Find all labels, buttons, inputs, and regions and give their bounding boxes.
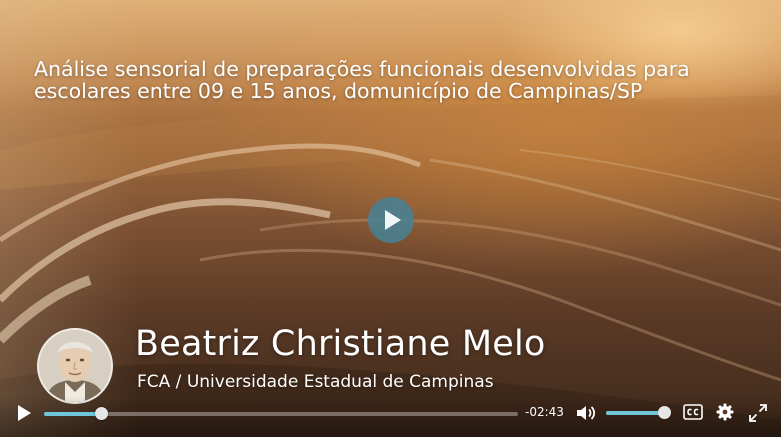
video-player[interactable]: Análise sensorial de preparações funcion…: [0, 0, 781, 437]
seek-bar-handle[interactable]: [94, 407, 108, 420]
speaker-name: Beatriz Christiane Melo: [135, 324, 546, 364]
volume-icon: [577, 406, 596, 420]
play-icon: [18, 405, 31, 421]
play-icon: [385, 210, 401, 230]
speaker-affiliation: FCA / Universidade Estadual de Campinas: [137, 372, 494, 392]
volume-slider[interactable]: [606, 406, 671, 419]
volume-level: [606, 411, 664, 415]
volume-button[interactable]: [575, 403, 597, 423]
fullscreen-icon: [749, 404, 767, 422]
time-remaining: -02:43: [525, 405, 564, 419]
settings-gear-icon: [716, 403, 734, 421]
volume-handle[interactable]: [658, 406, 671, 419]
speaker-avatar: [37, 328, 113, 404]
seek-bar-played: [44, 412, 101, 416]
video-title: Análise sensorial de preparações funcion…: [34, 57, 690, 103]
center-play-button[interactable]: [368, 197, 414, 243]
closed-captions-icon: [683, 404, 703, 420]
settings-button[interactable]: [716, 403, 734, 421]
captions-button[interactable]: [683, 404, 703, 420]
portrait-image: [39, 330, 111, 402]
fullscreen-button[interactable]: [749, 404, 767, 422]
seek-bar[interactable]: [44, 407, 518, 420]
play-button[interactable]: [14, 403, 34, 423]
